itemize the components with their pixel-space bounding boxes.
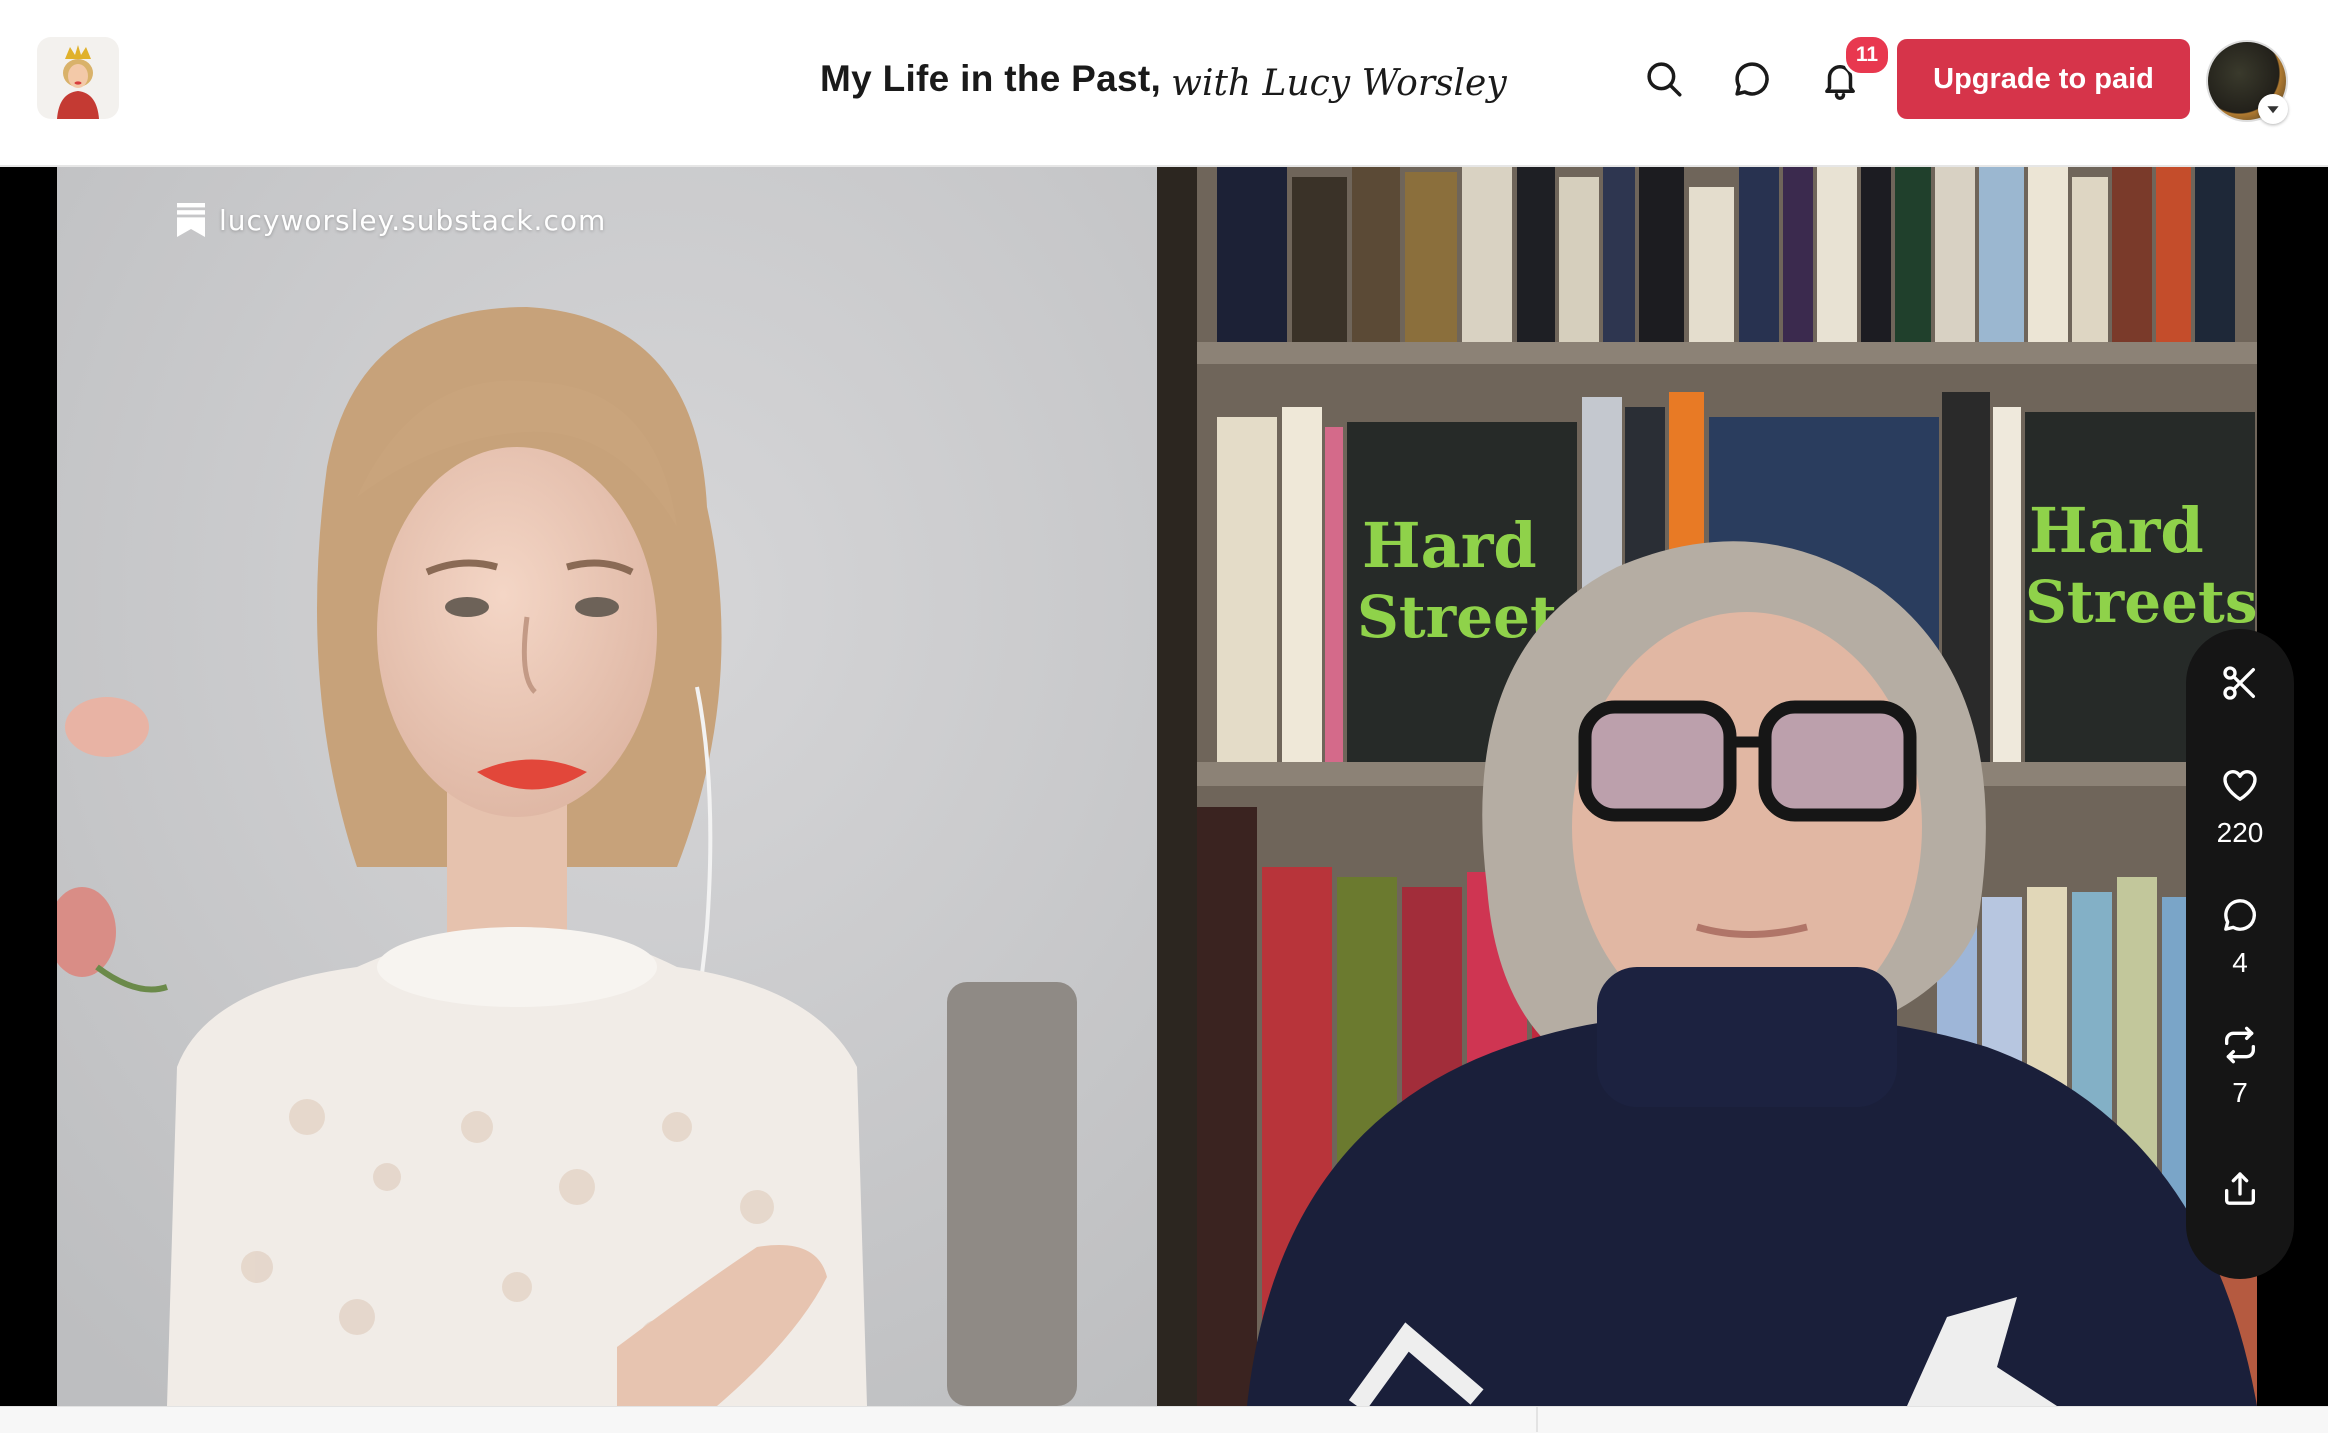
video-player[interactable]: lucyworsley.substack.com Hard Streets Ha… (0, 167, 2328, 1406)
publication-signature: with Lucy Worsley (1171, 62, 1507, 104)
share-icon (2225, 1172, 2255, 1205)
notification-count-badge: 11 (1843, 34, 1891, 76)
divider (1536, 1406, 1538, 1432)
comment-button[interactable]: 4 (2186, 895, 2294, 979)
publication-logo[interactable] (37, 37, 119, 119)
restack-count: 7 (2232, 1077, 2248, 1108)
scissors-icon (2223, 666, 2255, 700)
restack-button[interactable]: 7 (2186, 1025, 2294, 1109)
publication-title[interactable]: My Life in the Past, with Lucy Worsley (820, 34, 1507, 124)
restack-icon (2225, 1026, 2255, 1064)
upgrade-to-paid-button[interactable]: Upgrade to paid (1897, 39, 2190, 119)
like-count: 220 (2216, 817, 2264, 848)
video-action-rail: 220 4 7 (2186, 629, 2294, 1279)
top-header: My Life in the Past, with Lucy Worsley 1… (0, 0, 2328, 167)
video-pane-right: Hard Streets Hard Streets (1157, 167, 2257, 1406)
svg-text:Hard: Hard (2029, 494, 2204, 567)
comment-count: 4 (2232, 947, 2248, 978)
participant-left-video (57, 167, 1157, 1406)
video-pane-left: lucyworsley.substack.com (57, 167, 1157, 1406)
video-watermark: lucyworsley.substack.com (177, 203, 606, 237)
publication-title-text: My Life in the Past, (820, 58, 1162, 99)
share-button[interactable] (2186, 1169, 2294, 1209)
participant-right-video: Hard Streets Hard Streets (1157, 167, 2257, 1406)
search-icon[interactable] (1638, 53, 1690, 105)
bookmark-icon (177, 203, 205, 237)
like-button[interactable]: 220 (2186, 765, 2294, 849)
svg-text:Streets: Streets (2025, 568, 2257, 636)
chevron-down-icon[interactable] (2258, 94, 2288, 124)
comment-icon (2224, 899, 2256, 931)
page-bottom-strip (0, 1406, 2328, 1433)
clip-button[interactable] (2186, 663, 2294, 703)
svg-text:Hard: Hard (1362, 509, 1537, 582)
chat-icon[interactable] (1726, 53, 1778, 105)
heart-icon (2223, 770, 2257, 801)
watermark-text: lucyworsley.substack.com (219, 203, 607, 237)
